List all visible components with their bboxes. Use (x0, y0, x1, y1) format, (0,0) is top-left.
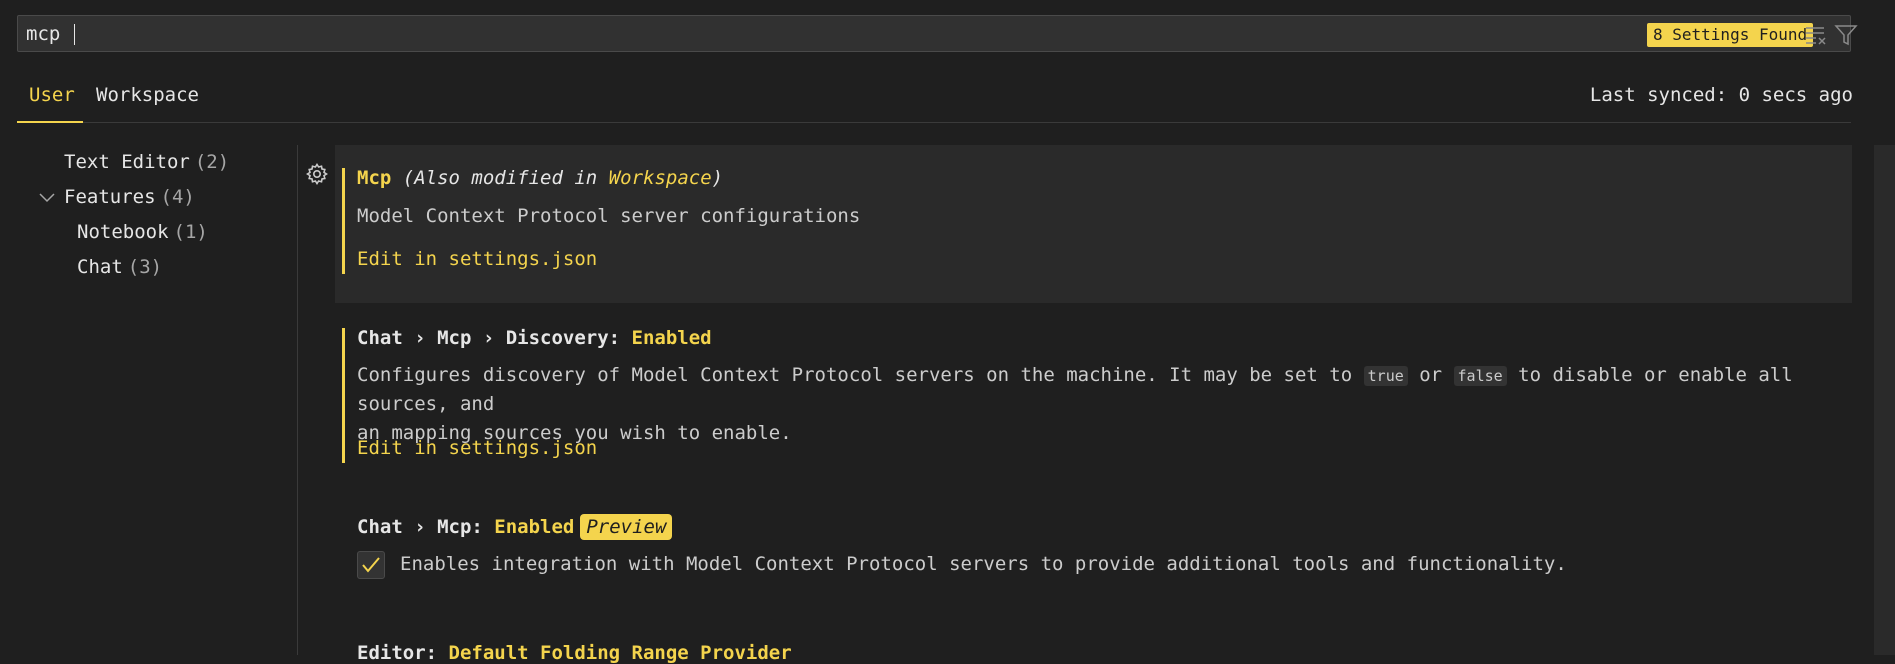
toc-item-chat[interactable]: Chat (3) (77, 256, 162, 278)
active-tab-indicator (17, 121, 83, 123)
clear-filter-icon[interactable] (1804, 23, 1828, 47)
toc-item-label: Text Editor (64, 151, 190, 173)
setting-name: Mcp (357, 167, 392, 189)
code-false: false (1453, 366, 1507, 386)
setting-category: Chat › Mcp › Discovery: (357, 327, 632, 349)
checkbox-label: Enables integration with Model Context P… (400, 553, 1567, 575)
search-input[interactable] (26, 16, 1626, 51)
edit-in-settings-json-link[interactable]: Edit in settings.json (357, 437, 597, 459)
setting-title: Chat › Mcp: Enabled Preview (357, 514, 673, 540)
toc-item-label: Notebook (77, 221, 169, 243)
mcp-enabled-checkbox[interactable] (357, 551, 385, 579)
toc-item-count: (4) (160, 186, 195, 208)
description-text: or (1407, 364, 1454, 386)
tab-workspace[interactable]: Workspace (96, 84, 199, 106)
modified-note-suffix: ) (711, 167, 724, 189)
vertical-scrollbar[interactable] (1874, 145, 1895, 655)
toc-item-features[interactable]: Features (4) (64, 186, 195, 208)
setting-category: Chat › Mcp: (357, 516, 495, 538)
setting-title: Editor: Default Folding Range Provider (357, 642, 792, 664)
toc-item-label: Features (64, 186, 156, 208)
edit-in-settings-json-link[interactable]: Edit in settings.json (357, 248, 597, 270)
setting-name: Default Folding Range Provider (448, 642, 792, 664)
code-true: true (1363, 366, 1408, 386)
modified-note-prefix: (Also modified in (402, 167, 609, 189)
tab-user[interactable]: User (29, 84, 75, 106)
setting-description: Configures discovery of Model Context Pr… (357, 361, 1857, 448)
text-caret (74, 24, 75, 45)
preview-badge: Preview (580, 514, 673, 540)
setting-title: Chat › Mcp › Discovery: Enabled (357, 327, 712, 349)
settings-search-box[interactable]: 8 Settings Found (17, 15, 1858, 52)
modified-indicator (342, 168, 345, 274)
tabs-divider (17, 122, 1851, 123)
sync-status: Last synced: 0 secs ago (1589, 84, 1853, 106)
setting-name: Enabled (494, 516, 575, 538)
toc-item-count: (3) (127, 256, 163, 278)
filter-icon[interactable] (1834, 23, 1858, 47)
gear-icon[interactable] (305, 162, 329, 186)
toc-item-text-editor[interactable]: Text Editor (2) (64, 151, 229, 173)
settings-found-badge: 8 Settings Found (1647, 23, 1814, 47)
toc-item-count: (1) (173, 221, 208, 243)
setting-title: Mcp (Also modified in Workspace) (357, 167, 723, 189)
setting-description: Model Context Protocol server configurat… (357, 205, 861, 227)
toc-item-count: (2) (194, 151, 230, 173)
description-text: Configures discovery of Model Context Pr… (357, 364, 1364, 386)
setting-name: Enabled (631, 327, 712, 349)
chevron-down-icon[interactable] (38, 189, 56, 207)
modified-indicator (342, 328, 345, 463)
check-icon (362, 557, 380, 573)
setting-category: Editor: (357, 642, 449, 664)
toc-divider (297, 145, 298, 655)
toc-item-label: Chat (77, 256, 123, 278)
toc-item-notebook[interactable]: Notebook (1) (77, 221, 208, 243)
modified-scope-link[interactable]: Workspace (609, 167, 712, 189)
